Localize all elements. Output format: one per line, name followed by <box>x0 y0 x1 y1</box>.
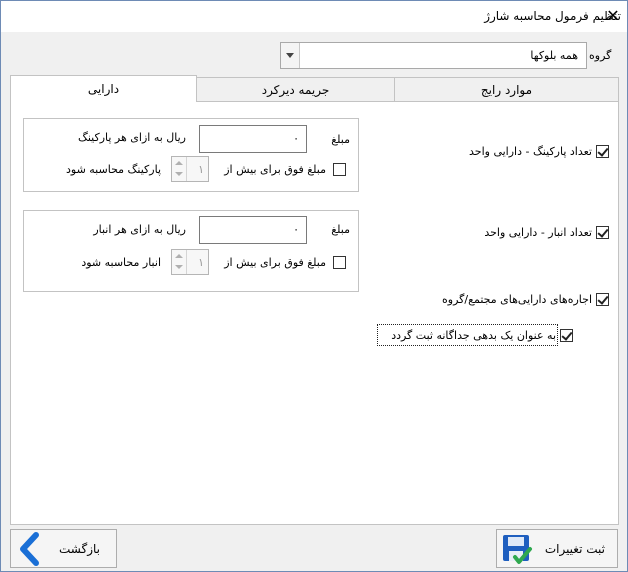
group-select-value: همه بلوکها <box>530 49 578 62</box>
spin-up-icon[interactable] <box>175 161 183 165</box>
tab-assets[interactable]: دارایی <box>10 75 197 102</box>
parking-extra-suffix: پارکینگ محاسبه شود <box>65 163 161 176</box>
rent-checkbox-label: اجاره‌های دارایی‌های مجتمع/گروه <box>442 293 592 306</box>
group-select[interactable]: همه بلوکها <box>280 42 587 69</box>
rent-separate-label[interactable]: به عنوان یک بدهی جداگانه ثبت گردد <box>391 329 556 342</box>
assets-tab-panel: مبلغ ۰ ریال به ازای هر پارکینگ مبلغ فوق … <box>10 101 619 525</box>
save-icon <box>503 535 532 564</box>
parking-amount-input[interactable]: ۰ <box>199 125 307 153</box>
spin-up-icon[interactable] <box>175 254 183 258</box>
storage-amount-suffix: ریال به ازای هر انبار <box>93 223 186 236</box>
chevron-down-icon[interactable] <box>281 43 300 68</box>
parking-checkbox-label: تعداد پارکینگ - دارایی واحد <box>469 145 592 158</box>
storage-amount-label: مبلغ <box>331 223 350 236</box>
group-label: گروه <box>589 49 612 62</box>
parking-extra-checkbox[interactable] <box>333 163 346 176</box>
chevron-left-icon <box>20 532 39 566</box>
storage-settings-group: مبلغ ۰ ریال به ازای هر انبار مبلغ فوق بر… <box>23 210 359 292</box>
storage-checkbox-label: تعداد انبار - دارایی واحد <box>484 226 592 239</box>
back-button[interactable]: بازگشت <box>10 529 117 568</box>
storage-extra-checkbox[interactable] <box>333 256 346 269</box>
spin-down-icon[interactable] <box>175 265 183 269</box>
spin-down-icon[interactable] <box>175 172 183 176</box>
parking-checkbox[interactable] <box>596 145 609 158</box>
storage-extra-suffix: انبار محاسبه شود <box>81 256 161 269</box>
rent-separate-checkbox[interactable] <box>560 329 573 342</box>
parking-amount-suffix: ریال به ازای هر پارکینگ <box>77 131 186 144</box>
close-icon[interactable]: ✕ <box>604 6 622 26</box>
save-button-label: ثبت تغییرات <box>544 542 605 556</box>
window-title: تنظیم فرمول محاسبه شارژ <box>484 9 621 23</box>
storage-extra-label: مبلغ فوق برای بیش از <box>224 256 326 269</box>
parking-settings-group: مبلغ ۰ ریال به ازای هر پارکینگ مبلغ فوق … <box>23 118 359 192</box>
save-button[interactable]: ثبت تغییرات <box>496 529 618 568</box>
rent-checkbox[interactable] <box>596 293 609 306</box>
parking-extra-label: مبلغ فوق برای بیش از <box>224 163 326 176</box>
tab-common-items[interactable]: موارد رایج <box>394 77 619 101</box>
parking-extra-stepper[interactable]: ۱ <box>171 156 209 182</box>
storage-checkbox[interactable] <box>596 226 609 239</box>
back-button-label: بازگشت <box>59 542 100 556</box>
dialog-window: تنظیم فرمول محاسبه شارژ ✕ گروه همه بلوکه… <box>0 0 628 572</box>
tab-late-penalty[interactable]: جریمه دیرکرد <box>196 77 395 101</box>
title-bar: تنظیم فرمول محاسبه شارژ ✕ <box>1 1 627 32</box>
parking-amount-label: مبلغ <box>331 133 350 146</box>
storage-extra-stepper[interactable]: ۱ <box>171 249 209 275</box>
storage-amount-input[interactable]: ۰ <box>199 216 307 244</box>
